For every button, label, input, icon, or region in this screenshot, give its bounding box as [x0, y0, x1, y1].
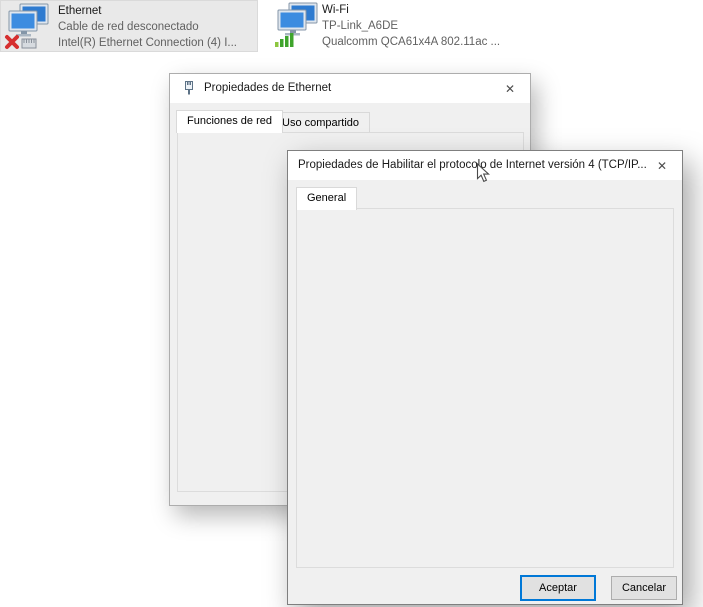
network-item-wifi[interactable]: Wi-Fi TP-Link_A6DE Qualcomm QCA61x4A 802… [270, 0, 532, 52]
ethernet-plug-icon [185, 81, 193, 95]
general-tab-pane [296, 208, 674, 568]
adapter-device: Qualcomm QCA61x4A 802.11ac ... [322, 36, 501, 48]
adapter-status: TP-Link_A6DE [322, 20, 399, 32]
ok-button[interactable]: Aceptar [520, 575, 596, 601]
ipv4-properties-dialog: Propiedades de Habilitar el protocolo de… [287, 150, 683, 605]
cancel-button[interactable]: Cancelar [611, 576, 677, 600]
red-x-icon [5, 35, 19, 49]
network-item-ethernet[interactable]: Ethernet Cable de red desconectado Intel… [0, 0, 258, 52]
ethernet-dialog-title: Propiedades de Ethernet [204, 82, 332, 94]
ipv4-dialog-title: Propiedades de Habilitar el protocolo de… [298, 159, 647, 171]
adapter-name: Wi-Fi [322, 4, 349, 16]
mouse-cursor [476, 163, 490, 183]
adapter-name: Ethernet [58, 5, 102, 17]
close-icon[interactable]: ✕ [500, 81, 520, 97]
adapter-status: Cable de red desconectado [58, 21, 199, 33]
tab-funciones-de-red[interactable]: Funciones de red [176, 110, 283, 133]
wifi-adapter-icon [275, 2, 318, 47]
tab-general[interactable]: General [296, 187, 358, 210]
ethernet-dialog-titlebar[interactable]: Propiedades de Ethernet ✕ [170, 74, 530, 103]
close-icon[interactable]: ✕ [652, 158, 672, 174]
tab-uso-compartido[interactable]: Uso compartido [271, 112, 371, 133]
ethernet-adapter-icon [5, 3, 49, 49]
adapter-device: Intel(R) Ethernet Connection (4) I... [58, 37, 237, 49]
signal-bars-icon [275, 33, 294, 47]
